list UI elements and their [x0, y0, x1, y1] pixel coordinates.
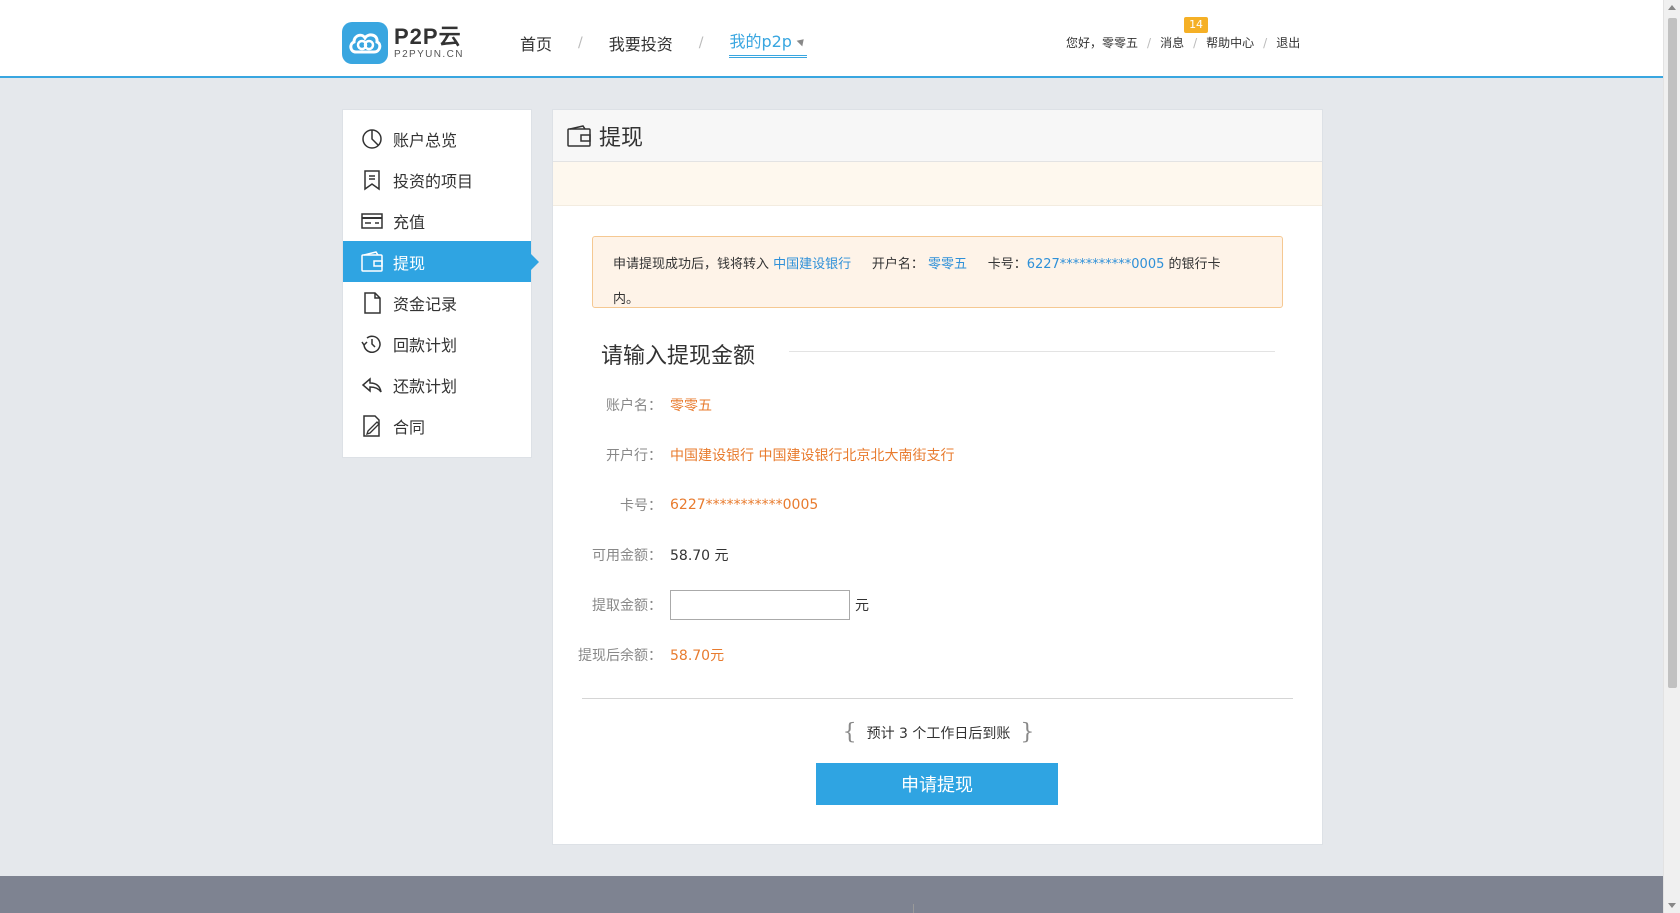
history-icon: [361, 333, 383, 355]
row-available: 可用金额： 58.70 元: [553, 543, 1324, 567]
amount-label: 提取金额：: [592, 598, 662, 614]
top-header: P2P云 P2PYUN.CN 首页 / 我要投资 / 我的p2p 您好，零零五 …: [0, 0, 1663, 78]
available-label: 可用金额：: [592, 548, 662, 564]
sidebar-item-overview[interactable]: 账户总览: [343, 118, 531, 159]
notice-card-number: 6227***********0005: [1026, 257, 1165, 272]
brand-name: P2P云: [394, 24, 462, 49]
card-value: 6227***********0005: [670, 497, 819, 513]
sidebar-item-label: 账户总览: [393, 130, 458, 150]
userbar-separator: /: [1147, 35, 1152, 50]
scrollbar-thumb[interactable]: [1668, 18, 1677, 688]
notice-strip: [553, 162, 1322, 206]
sidebar-item-label: 合同: [393, 417, 426, 437]
page-footer: [0, 876, 1663, 913]
sidebar-item-label: 回款计划: [393, 335, 458, 355]
sidebar-item-contract[interactable]: 合同: [343, 405, 531, 446]
logout-link[interactable]: 退出: [1276, 34, 1300, 51]
cloud-logo-icon: [342, 22, 388, 64]
amount-unit: 元: [855, 598, 869, 614]
row-card: 卡号： 6227***********0005: [553, 493, 1324, 517]
account-sidebar: 账户总览 投资的项目 充值 提现 资金记录 回款计划 还款计划 合同: [342, 109, 539, 458]
left-brace-icon: {: [842, 720, 857, 745]
user-bar: 您好，零零五 / 消息 14 / 帮助中心 / 退出: [1066, 17, 1300, 51]
sidebar-item-label: 还款计划: [393, 376, 458, 396]
card-icon: [361, 210, 383, 232]
panel-header: 提现: [553, 110, 1322, 162]
nav-my-p2p[interactable]: 我的p2p: [729, 28, 807, 58]
row-bank: 开户行： 中国建设银行 中国建设银行北京北大南街支行: [553, 443, 1324, 467]
wallet-icon: [567, 124, 591, 147]
notice-suffix: 的银行卡: [1168, 257, 1221, 272]
available-value: 58.70 元: [670, 548, 729, 564]
scroll-down-icon[interactable]: [1668, 903, 1676, 908]
remaining-label: 提现后余额：: [578, 648, 662, 664]
withdraw-amount-input[interactable]: [670, 590, 850, 620]
sidebar-item-label: 资金记录: [393, 294, 458, 314]
bank-label: 开户行：: [606, 448, 662, 464]
nav-separator: /: [578, 35, 583, 51]
help-center-link[interactable]: 帮助中心: [1206, 34, 1254, 51]
nav-my-p2p-label: 我的p2p: [729, 32, 792, 51]
sidebar-item-repayment-plan[interactable]: 回款计划: [343, 323, 531, 364]
right-brace-icon: }: [1020, 720, 1035, 745]
nav-separator: /: [698, 35, 704, 51]
arrival-estimate: { 预计 3 个工作日后到账}: [553, 720, 1324, 745]
notice-bank: 中国建设银行: [773, 257, 852, 272]
messages-count-badge: 14: [1184, 17, 1209, 33]
notice-prefix: 申请提现成功后，钱将转入: [613, 257, 770, 272]
sidebar-item-payback-plan[interactable]: 还款计划: [343, 364, 531, 405]
sidebar-item-label: 提现: [393, 253, 426, 273]
withdraw-notice: 申请提现成功后，钱将转入 中国建设银行 开户名： 零零五 卡号：6227****…: [592, 236, 1283, 308]
scroll-up-icon[interactable]: [1668, 5, 1676, 10]
document-icon: [361, 291, 383, 314]
account-name-label: 账户名：: [606, 398, 662, 414]
nav-home[interactable]: 首页: [520, 31, 552, 55]
pie-chart-icon: [361, 128, 383, 150]
row-account-name: 账户名： 零零五: [553, 393, 1324, 417]
withdraw-panel: 提现 申请提现成功后，钱将转入 中国建设银行 开户名： 零零五 卡号：6227*…: [552, 109, 1323, 845]
messages-link[interactable]: 消息 14: [1160, 17, 1209, 51]
form-divider: [582, 698, 1293, 699]
userbar-separator: /: [1193, 35, 1198, 50]
reply-icon: [361, 374, 383, 396]
messages-label: 消息: [1160, 36, 1185, 50]
footer-divider: [913, 904, 914, 913]
caret-down-icon: [796, 36, 807, 47]
edit-document-icon: [361, 414, 383, 437]
account-name-value: 零零五: [670, 398, 712, 414]
row-amount: 提取金额： 元: [553, 590, 1324, 620]
row-remaining: 提现后余额： 58.70元: [553, 643, 1324, 667]
sidebar-item-fund-records[interactable]: 资金记录: [343, 282, 531, 323]
nav-invest[interactable]: 我要投资: [609, 31, 673, 55]
submit-withdraw-button[interactable]: 申请提现: [816, 763, 1058, 805]
sidebar-item-investments[interactable]: 投资的项目: [343, 159, 531, 200]
bank-value: 中国建设银行 中国建设银行北京北大南街支行: [670, 448, 955, 464]
site-logo[interactable]: P2P云 P2PYUN.CN: [342, 22, 464, 64]
bookmark-icon: [361, 169, 383, 191]
page-scrollbar[interactable]: [1663, 0, 1680, 913]
arrival-estimate-text: 预计 3 个工作日后到账: [866, 725, 1011, 742]
page-title: 提现: [599, 125, 644, 151]
sidebar-item-withdraw[interactable]: 提现: [343, 241, 539, 282]
remaining-value: 58.70元: [670, 648, 725, 664]
main-nav: 首页 / 我要投资 / 我的p2p: [520, 28, 807, 58]
userbar-separator: /: [1263, 35, 1268, 50]
sidebar-item-label: 投资的项目: [393, 171, 474, 191]
section-title: 请输入提现金额: [601, 344, 756, 369]
brand-domain: P2PYUN.CN: [394, 49, 464, 60]
section-divider: [789, 351, 1275, 352]
user-greeting[interactable]: 您好，零零五: [1066, 34, 1138, 51]
notice-account-name: 零零五: [928, 257, 968, 272]
notice-account-label: 开户名：: [871, 257, 924, 272]
card-label: 卡号：: [620, 498, 662, 514]
notice-suffix-2: 内。: [613, 292, 640, 307]
notice-card-label: 卡号：: [987, 257, 1027, 272]
wallet-icon: [361, 250, 383, 273]
sidebar-item-recharge[interactable]: 充值: [343, 200, 531, 241]
sidebar-item-label: 充值: [393, 212, 426, 232]
